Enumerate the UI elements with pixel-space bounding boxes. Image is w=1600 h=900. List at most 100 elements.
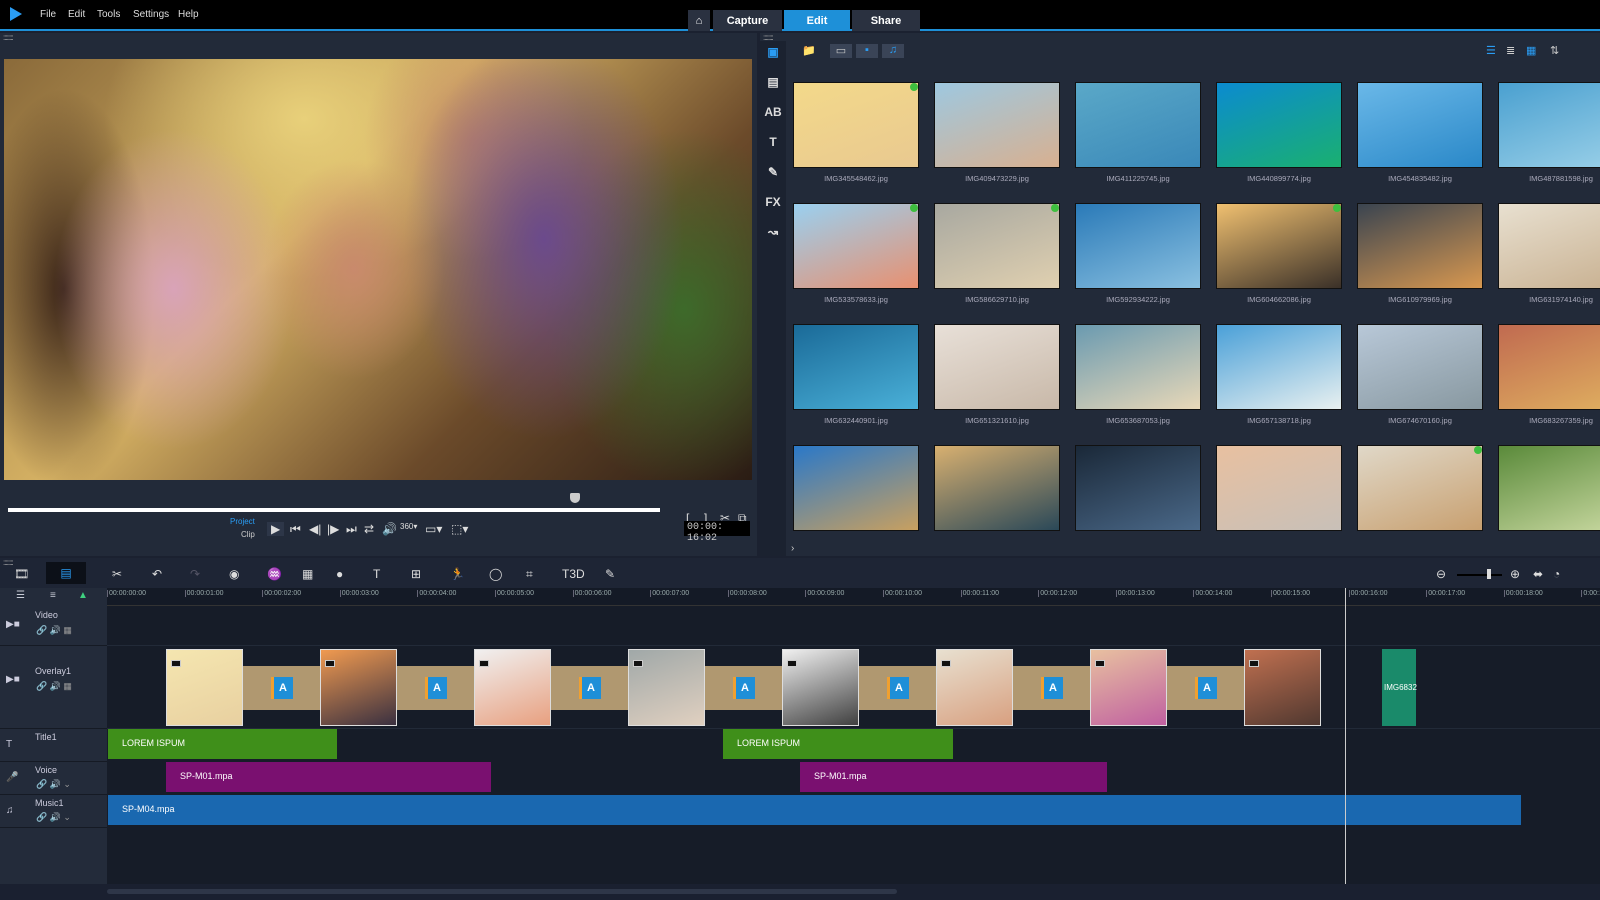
multi-camera-icon[interactable]: ⊞ <box>411 567 421 581</box>
overlay-clip[interactable] <box>782 649 859 726</box>
menu-help[interactable]: Help <box>178 9 199 20</box>
track-controls[interactable]: 🔗 🔊 ⌄ <box>36 812 71 823</box>
zoom-slider[interactable] <box>1457 574 1502 576</box>
overlay-clip[interactable] <box>936 649 1013 726</box>
mask-creator-icon[interactable]: ◯ <box>489 567 502 581</box>
media-thumbnail[interactable] <box>1498 445 1600 531</box>
panel-grip[interactable]: :::::::: <box>3 558 14 567</box>
auto-music-icon[interactable]: ▦ <box>302 567 313 581</box>
expand-panel-icon[interactable]: › <box>791 543 794 554</box>
track-header-title1[interactable]: T Title1 <box>0 729 107 762</box>
media-thumbnail[interactable] <box>1357 203 1483 289</box>
pan-zoom-icon[interactable]: ⌗ <box>526 567 533 582</box>
go-to-end-button[interactable]: ⏭ <box>346 522 357 537</box>
menu-tools[interactable]: Tools <box>97 9 120 20</box>
media-icon[interactable]: ▣ <box>764 45 782 63</box>
media-thumbnail[interactable] <box>1357 324 1483 410</box>
media-thumbnail[interactable] <box>1357 82 1483 168</box>
tab-edit[interactable]: Edit <box>784 10 850 31</box>
transition-clip[interactable]: A <box>551 666 628 710</box>
scrubber-bar[interactable] <box>8 508 660 512</box>
time-remapping-icon[interactable]: 🏃 <box>450 567 465 581</box>
tools-icon[interactable]: ✂ <box>112 567 122 581</box>
overlay-clip[interactable] <box>474 649 551 726</box>
scrubber-handle[interactable] <box>570 493 580 503</box>
media-thumbnail[interactable] <box>1498 324 1600 410</box>
media-thumbnail[interactable] <box>934 324 1060 410</box>
next-frame-button[interactable]: |▶ <box>327 522 339 536</box>
ripple-edit-icon[interactable]: ▲ <box>78 590 88 601</box>
track-controls[interactable]: 🔗 🔊 ▦ <box>36 625 72 636</box>
media-thumbnail[interactable] <box>793 324 919 410</box>
music-clip[interactable]: SP-M04.mpa <box>108 795 1521 825</box>
title-clip[interactable]: LOREM ISPUM <box>723 729 953 759</box>
track-controls[interactable]: 🔗 🔊 ⌄ <box>36 779 71 790</box>
overlay-clip[interactable] <box>320 649 397 726</box>
transition-clip[interactable]: A <box>1167 666 1244 710</box>
timeline-horizontal-scrollbar[interactable] <box>0 884 1600 900</box>
play-button[interactable]: ▶ <box>267 522 285 536</box>
go-to-start-button[interactable]: ⏮ <box>290 522 301 537</box>
tab-share[interactable]: Share <box>852 10 920 31</box>
motion-tracking-icon[interactable]: ● <box>336 567 343 581</box>
menu-file[interactable]: File <box>40 9 56 20</box>
home-tab[interactable]: ⌂ <box>688 10 710 31</box>
media-thumbnail[interactable] <box>1357 445 1483 531</box>
panel-grip[interactable]: :::::::: <box>3 33 14 42</box>
track-header-video[interactable]: ▶■ Video 🔗 🔊 ▦ <box>0 606 107 646</box>
paint-creator-icon[interactable]: ✎ <box>605 567 615 581</box>
title-clip[interactable]: LOREM ISPUM <box>108 729 337 759</box>
zoom-slider-thumb[interactable] <box>1487 569 1491 579</box>
repeat-button[interactable]: ⇄ <box>364 522 374 536</box>
zoom-out-icon[interactable]: ⊖ <box>1436 567 1446 581</box>
menu-settings[interactable]: Settings <box>133 9 169 20</box>
media-thumbnail[interactable] <box>1216 203 1342 289</box>
fit-project-icon[interactable]: ⬌ <box>1533 567 1543 581</box>
media-thumbnail[interactable] <box>1075 82 1201 168</box>
transition-clip[interactable]: A <box>243 666 320 710</box>
overlay-clip[interactable] <box>1244 649 1321 726</box>
instant-project-icon[interactable]: ▤ <box>764 75 782 93</box>
filter-fx-icon[interactable]: FX <box>764 195 782 213</box>
track-header-music1[interactable]: ♫ Music1 🔗 🔊 ⌄ <box>0 795 107 828</box>
video-lane[interactable] <box>107 606 1600 646</box>
overlay-clip[interactable] <box>628 649 705 726</box>
voice-clip[interactable]: SP-M01.mpa <box>800 762 1107 792</box>
playhead[interactable] <box>1345 588 1346 884</box>
project-mode-label[interactable]: Project <box>230 517 255 526</box>
transition-clip[interactable]: A <box>1013 666 1090 710</box>
media-thumbnail[interactable] <box>934 445 1060 531</box>
media-thumbnail[interactable] <box>1498 82 1600 168</box>
thumbnail-view-icon[interactable]: ▦ <box>1526 44 1536 57</box>
storyboard-view-icon[interactable]: 🎞 <box>14 567 29 581</box>
sound-mixer-icon[interactable]: ♒ <box>267 567 282 581</box>
media-thumbnail[interactable] <box>934 203 1060 289</box>
list-view-icon[interactable]: ☰ <box>1486 44 1496 57</box>
media-thumbnail[interactable] <box>934 82 1060 168</box>
project-duration-icon[interactable]: ◔ <box>1553 567 1560 581</box>
title-icon[interactable]: T <box>764 135 782 153</box>
zoom-in-icon[interactable]: ⊕ <box>1510 567 1520 581</box>
aspect-ratio-button[interactable]: ▭▾ <box>425 522 442 536</box>
subtitle-editor-icon[interactable]: T <box>373 567 380 581</box>
record-capture-icon[interactable]: ◉ <box>229 567 239 581</box>
timeline-ruler[interactable]: 00:00:00:00 00:00:01:00 00:00:02:00 00:00:0… <box>107 588 1600 606</box>
previous-frame-button[interactable]: ◀| <box>309 522 321 536</box>
transition-clip[interactable]: A <box>705 666 782 710</box>
track-manager-icon[interactable]: ☰ <box>16 590 25 601</box>
track-header-overlay1[interactable]: ▶■ Overlay1 🔗 🔊 ▦ <box>0 646 107 729</box>
menu-edit[interactable]: Edit <box>68 9 85 20</box>
media-thumbnail[interactable] <box>793 82 919 168</box>
media-thumbnail[interactable] <box>1216 82 1342 168</box>
sort-icon[interactable]: ⇅ <box>1550 44 1559 57</box>
media-thumbnail[interactable] <box>1075 445 1201 531</box>
overlay-clip[interactable] <box>1090 649 1167 726</box>
overlay-clip[interactable] <box>166 649 243 726</box>
crop-button[interactable]: ⬚▾ <box>451 522 468 536</box>
360-button[interactable]: 360▾ <box>400 522 417 531</box>
volume-button[interactable]: 🔊 <box>382 522 397 536</box>
media-thumbnail[interactable] <box>793 445 919 531</box>
media-thumbnail[interactable] <box>1075 203 1201 289</box>
media-thumbnail[interactable] <box>793 203 919 289</box>
tab-capture[interactable]: Capture <box>713 10 782 31</box>
